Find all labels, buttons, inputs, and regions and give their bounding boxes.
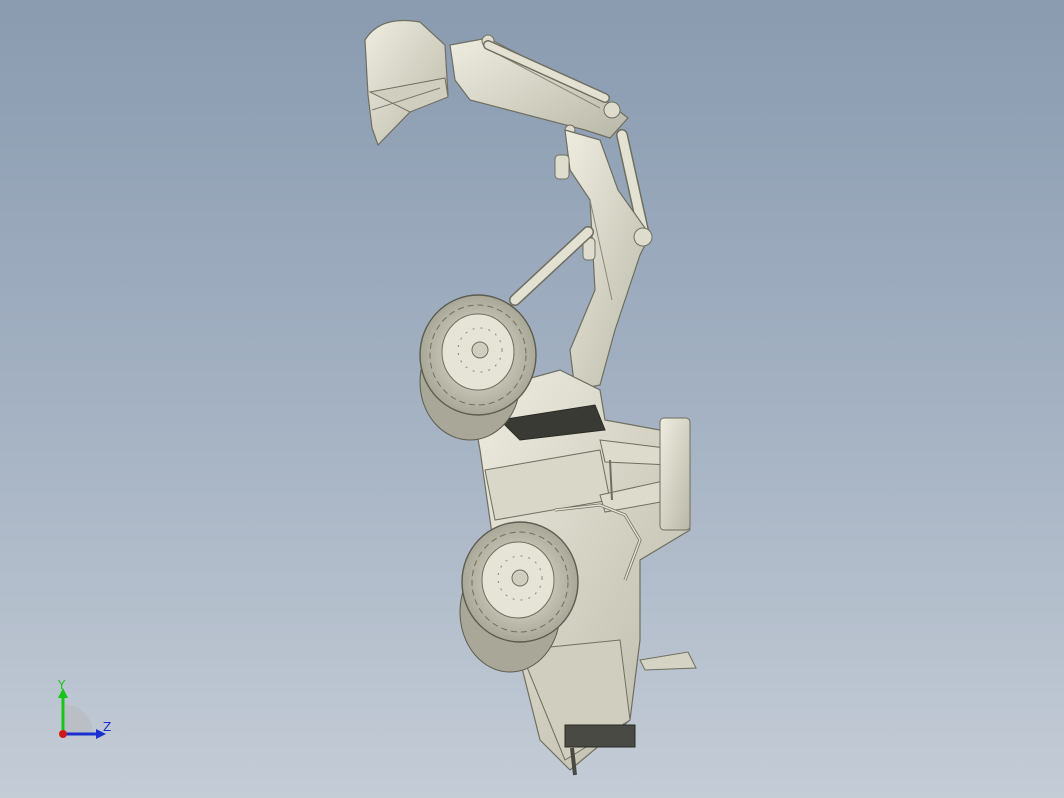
- y-axis-label: Y: [58, 678, 66, 692]
- 3d-viewport[interactable]: Y Z: [0, 0, 1064, 798]
- x-axis-dot: [59, 730, 67, 738]
- stick-arm[interactable]: [449, 34, 629, 139]
- z-axis-label: Z: [103, 720, 112, 734]
- boom-cylinder[interactable]: [509, 226, 594, 306]
- excavator-model[interactable]: [0, 0, 1064, 798]
- boom[interactable]: [554, 129, 653, 391]
- bucket[interactable]: [364, 19, 449, 147]
